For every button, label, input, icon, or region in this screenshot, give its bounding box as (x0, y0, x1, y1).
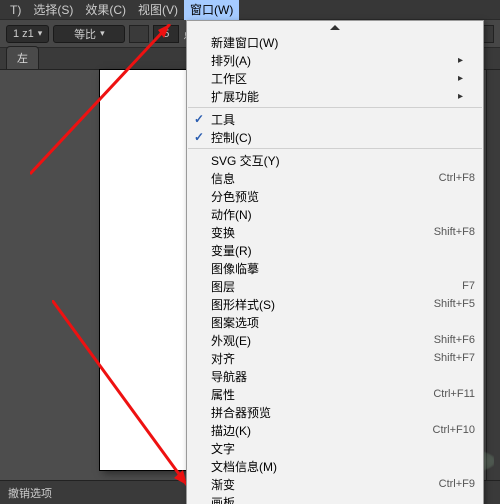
menu-shortcut: Ctrl+F9 (439, 478, 475, 490)
link-toggle-icon[interactable] (129, 25, 149, 43)
menu-item[interactable]: SVG 交互(Y) (187, 151, 483, 169)
menu-item[interactable]: 变换 Shift+F8 (187, 223, 483, 241)
menu-item[interactable]: 对齐 Shift+F7 (187, 349, 483, 367)
menu-item-view[interactable]: 视图(V) (132, 0, 184, 20)
menubar: T) 选择(S) 效果(C) 视图(V) 窗口(W) (0, 0, 500, 20)
menu-item[interactable]: 扩展功能 (187, 87, 483, 105)
scale-mode-dropdown[interactable]: 等比▾ (53, 25, 125, 43)
menu-item[interactable]: 图像临摹 (187, 259, 483, 277)
menu-item-label: 动作(N) (211, 206, 463, 223)
menu-item[interactable]: 渐变 Ctrl+F9 (187, 475, 483, 493)
menu-scroll-up-icon[interactable] (187, 21, 483, 33)
menu-item[interactable]: 变量(R) (187, 241, 483, 259)
menu-item[interactable]: 图形样式(S) Shift+F5 (187, 295, 483, 313)
menu-item-label: 对齐 (211, 350, 422, 367)
menu-shortcut: Shift+F8 (434, 226, 475, 238)
menu-item-effect[interactable]: 效果(C) (79, 0, 132, 20)
menu-item[interactable]: 文字 (187, 439, 483, 457)
check-icon: ✓ (187, 112, 211, 126)
window-menu: 新建窗口(W)排列(A)工作区扩展功能✓工具✓控制(C)SVG 交互(Y)信息C… (186, 20, 484, 504)
menu-shortcut: Ctrl+F11 (433, 388, 475, 400)
menu-item[interactable]: 动作(N) (187, 205, 483, 223)
menu-item-label: 排列(A) (211, 52, 463, 69)
menu-shortcut: F7 (462, 280, 475, 292)
document-tab[interactable]: 左 (6, 46, 39, 69)
menu-item-window[interactable]: 窗口(W) (184, 0, 239, 20)
menu-item-label: 描边(K) (211, 422, 421, 439)
menu-item-label: 导航器 (211, 368, 463, 385)
menu-shortcut: Ctrl+F8 (439, 172, 475, 184)
menu-item[interactable]: 信息 Ctrl+F8 (187, 169, 483, 187)
menu-item-label: 工作区 (211, 70, 463, 87)
menu-item[interactable]: 工作区 (187, 69, 483, 87)
stroke-weight-field[interactable] (153, 25, 179, 43)
menu-item-label: 画板 (211, 494, 463, 504)
menu-shortcut: Shift+F6 (434, 334, 475, 346)
menu-item-label: 文档信息(M) (211, 458, 463, 475)
menu-item[interactable]: 导航器 (187, 367, 483, 385)
status-label: 撤销选项 (8, 485, 52, 501)
menu-item-label: 外观(E) (211, 332, 422, 349)
menu-item-label: 变量(R) (211, 242, 463, 259)
menu-shortcut: Shift+F7 (434, 352, 475, 364)
menu-item-label: 分色预览 (211, 188, 463, 205)
menu-item[interactable]: 图案选项 (187, 313, 483, 331)
menu-item-label: 图形样式(S) (211, 296, 422, 313)
menu-item-t[interactable]: T) (4, 1, 27, 19)
menu-item[interactable]: 图层 F7 (187, 277, 483, 295)
menu-item-label: 文字 (211, 440, 463, 457)
menu-item[interactable]: 新建窗口(W) (187, 33, 483, 51)
menu-item-label: 渐变 (211, 476, 427, 493)
menu-item[interactable]: 排列(A) (187, 51, 483, 69)
menu-item-label: 图像临摹 (211, 260, 463, 277)
menu-item-label: 扩展功能 (211, 88, 463, 105)
dropdown-1[interactable]: 1 z1▾ (6, 25, 49, 43)
menu-item[interactable]: ✓工具 (187, 110, 483, 128)
menu-item-select[interactable]: 选择(S) (27, 0, 79, 20)
menu-item-label: 变换 (211, 224, 422, 241)
menu-item-label: 信息 (211, 170, 427, 187)
menu-item-label: 图层 (211, 278, 450, 295)
menu-separator (188, 148, 482, 149)
menu-item-label: SVG 交互(Y) (211, 152, 463, 169)
menu-separator (188, 107, 482, 108)
menu-item-label: 图案选项 (211, 314, 463, 331)
menu-item[interactable]: 属性 Ctrl+F11 (187, 385, 483, 403)
menu-item[interactable]: 描边(K) Ctrl+F10 (187, 421, 483, 439)
menu-item-label: 控制(C) (211, 129, 463, 146)
menu-item[interactable]: 外观(E) Shift+F6 (187, 331, 483, 349)
menu-item-label: 属性 (211, 386, 421, 403)
menu-item-label: 拼合器预览 (211, 404, 463, 421)
menu-shortcut: Shift+F5 (434, 298, 475, 310)
menu-item[interactable]: 文档信息(M) (187, 457, 483, 475)
check-icon: ✓ (187, 130, 211, 144)
menu-item[interactable]: ✓控制(C) (187, 128, 483, 146)
menu-item-label: 新建窗口(W) (211, 34, 463, 51)
dock-right-collapsed[interactable] (486, 70, 500, 480)
menu-item-label: 工具 (211, 111, 463, 128)
menu-shortcut: Ctrl+F10 (433, 424, 476, 436)
menu-item[interactable]: 分色预览 (187, 187, 483, 205)
menu-item[interactable]: 画板 (187, 493, 483, 504)
menu-item[interactable]: 拼合器预览 (187, 403, 483, 421)
